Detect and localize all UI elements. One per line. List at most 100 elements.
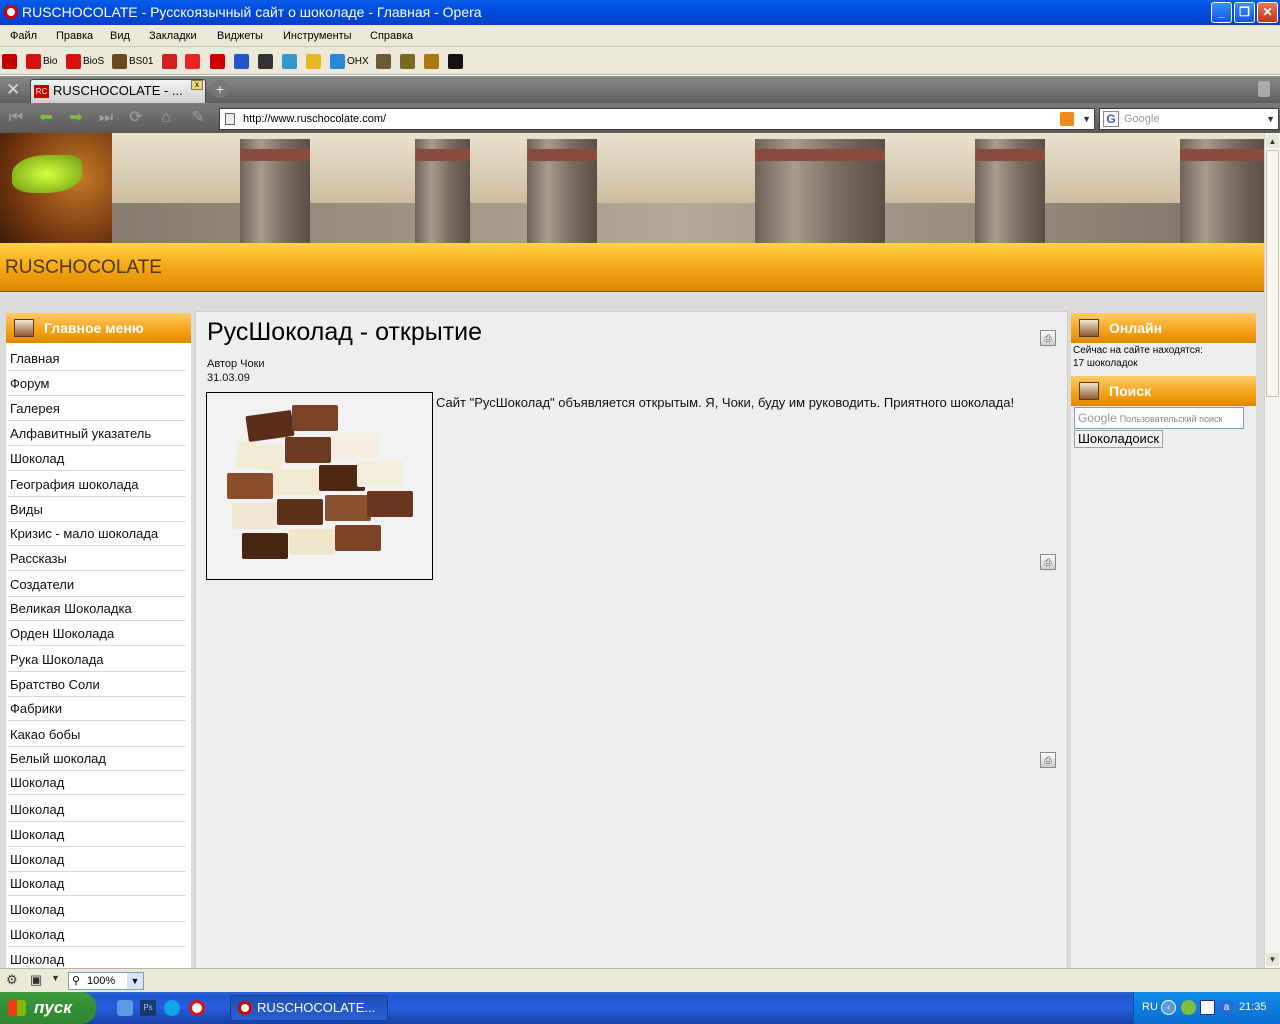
address-input[interactable]: http://www.ruschocolate.com/ ▼	[219, 108, 1095, 130]
menu-item-8[interactable]: Рассказы	[8, 546, 186, 571]
bookmark-12[interactable]	[376, 53, 391, 69]
menu-item-13[interactable]: Братство Соли	[8, 672, 186, 697]
window-title: RUSCHOCOLATE - Русскоязычный сайт о шоко…	[22, 4, 482, 20]
google-label: Google	[1078, 411, 1117, 425]
quicklaunch-opera-icon[interactable]	[189, 1000, 205, 1016]
language-indicator[interactable]: RU	[1142, 1001, 1158, 1013]
menu-edit[interactable]: Правка	[56, 25, 93, 47]
article-author: Автор Чоки	[207, 358, 265, 370]
images-dropdown-icon[interactable]: ▼	[51, 973, 60, 983]
bookmark-6[interactable]	[210, 53, 225, 69]
tab-label: RUSCHOCOLATE - ...	[53, 83, 183, 98]
tray-network-icon[interactable]	[1181, 1000, 1196, 1015]
quicklaunch-skype-icon[interactable]	[164, 1000, 180, 1016]
bookmark-4[interactable]	[162, 53, 177, 69]
rewind-button[interactable]: ⏮	[4, 108, 28, 128]
bookmark-3[interactable]: BS01	[112, 53, 153, 69]
forward-button[interactable]: ➡	[64, 108, 88, 128]
menu-file[interactable]: Файл	[10, 25, 37, 47]
menu-item-7[interactable]: Кризис - мало шоколада	[8, 521, 186, 546]
bookmark-15[interactable]	[448, 53, 463, 69]
menu-item-17[interactable]: Шоколад	[8, 770, 186, 795]
minimize-button[interactable]: _	[1211, 2, 1232, 23]
bookmark-0[interactable]	[2, 53, 17, 69]
menu-item-23[interactable]: Шоколад	[8, 922, 186, 947]
menu-item-15[interactable]: Какао бобы	[8, 722, 186, 747]
site-name[interactable]: RUSCHOCOLATE	[5, 257, 162, 279]
edit-icon[interactable]: ✎	[186, 108, 210, 128]
article-title[interactable]: РусШоколад - открытие	[207, 318, 482, 347]
zoom-dropdown-icon[interactable]: ▼	[127, 973, 143, 989]
search-dropdown-icon[interactable]: ▼	[1266, 109, 1275, 129]
taskbar-window-button[interactable]: RUSCHOCOLATE...	[230, 995, 388, 1021]
menu-item-9[interactable]: Создатели	[8, 572, 186, 597]
menu-item-4[interactable]: Шоколад	[8, 446, 186, 471]
home-button[interactable]: ⌂	[154, 108, 178, 128]
bookmark-8[interactable]	[258, 53, 273, 69]
menu-item-22[interactable]: Шоколад	[8, 897, 186, 922]
print-icon-2[interactable]: ⎙	[1040, 554, 1056, 570]
tray-player-icon[interactable]	[1200, 1000, 1215, 1015]
camera-icon[interactable]: ▣	[30, 972, 42, 988]
search-engine-input[interactable]: G Google ▼	[1099, 108, 1279, 130]
menu-item-12[interactable]: Рука Шоколада	[8, 647, 186, 672]
menu-item-24[interactable]: Шоколад	[8, 947, 186, 968]
menu-help[interactable]: Справка	[370, 25, 413, 47]
page-scrollbar[interactable]: ▲ ▼	[1264, 133, 1280, 968]
menu-item-6[interactable]: Виды	[8, 497, 186, 522]
quicklaunch-photoshop-icon[interactable]: Ps	[140, 1000, 156, 1016]
bionicle-mask-image	[0, 133, 112, 243]
menu-bookmarks[interactable]: Закладки	[149, 25, 197, 47]
tray-volume-icon[interactable]: a	[1219, 1000, 1234, 1015]
new-tab-button[interactable]: +	[211, 80, 229, 98]
bookmark-7[interactable]	[234, 53, 249, 69]
menu-item-14[interactable]: Фабрики	[8, 696, 186, 721]
menu-item-1[interactable]: Форум	[8, 371, 186, 396]
menu-item-19[interactable]: Шоколад	[8, 822, 186, 847]
menu-item-3[interactable]: Алфавитный указатель	[8, 421, 186, 446]
start-button[interactable]: пуск	[0, 992, 96, 1024]
reload-button[interactable]: ⟳	[124, 108, 148, 128]
tray-arrow-icon[interactable]: ‹	[1161, 1000, 1176, 1015]
bookmark-11[interactable]: OHX	[330, 53, 369, 69]
url-dropdown-icon[interactable]: ▼	[1082, 109, 1091, 129]
print-icon[interactable]: ⎙	[1040, 330, 1056, 346]
scroll-thumb[interactable]	[1266, 150, 1279, 397]
fast-forward-button[interactable]: ⏭	[94, 108, 118, 128]
bookmark-13[interactable]	[400, 53, 415, 69]
search-submit-button[interactable]: Шоколадоиск	[1074, 430, 1164, 448]
bookmark-14[interactable]	[424, 53, 439, 69]
rss-icon[interactable]	[1060, 112, 1074, 126]
panel-toggle-icon[interactable]: ⚙	[6, 972, 18, 988]
trash-icon[interactable]	[1258, 81, 1270, 97]
custom-search-input[interactable]: Google Пользовательский поиск	[1074, 407, 1244, 429]
quicklaunch-ie-icon[interactable]	[117, 1000, 133, 1016]
menu-item-2[interactable]: Галерея	[8, 396, 186, 421]
back-button[interactable]: ⬅	[34, 108, 58, 128]
menu-item-20[interactable]: Шоколад	[8, 847, 186, 872]
menu-view[interactable]: Вид	[110, 25, 130, 47]
scroll-down-icon[interactable]: ▼	[1266, 953, 1279, 966]
menu-item-0[interactable]: Главная	[8, 346, 186, 371]
menu-item-11[interactable]: Орден Шоколада	[8, 621, 186, 646]
menu-item-16[interactable]: Белый шоколад	[8, 746, 186, 771]
scroll-up-icon[interactable]: ▲	[1266, 135, 1279, 148]
menu-tools[interactable]: Инструменты	[283, 25, 352, 47]
bookmark-9[interactable]	[282, 53, 297, 69]
menu-item-21[interactable]: Шоколад	[8, 871, 186, 896]
bookmark-5[interactable]	[185, 53, 200, 69]
print-icon-3[interactable]: ⎙	[1040, 752, 1056, 768]
tab-ruschocolate[interactable]: RC RUSCHOCOLATE - ... x	[30, 79, 206, 103]
zoom-select[interactable]: ⚲ 100% ▼	[68, 972, 144, 990]
menu-item-5[interactable]: География шоколада	[8, 472, 186, 497]
tab-close-icon[interactable]: x	[191, 80, 203, 90]
bookmark-10[interactable]	[306, 53, 321, 69]
tools-icon[interactable]: ✕	[6, 80, 20, 100]
bookmark-2[interactable]: BioS	[66, 53, 104, 69]
menu-item-18[interactable]: Шоколад	[8, 797, 186, 822]
bookmark-1[interactable]: Bio	[26, 53, 57, 69]
maximize-button[interactable]: ❐	[1234, 2, 1255, 23]
close-button[interactable]: ✕	[1257, 2, 1278, 23]
menu-item-10[interactable]: Великая Шоколадка	[8, 596, 186, 621]
menu-widgets[interactable]: Виджеты	[217, 25, 263, 47]
